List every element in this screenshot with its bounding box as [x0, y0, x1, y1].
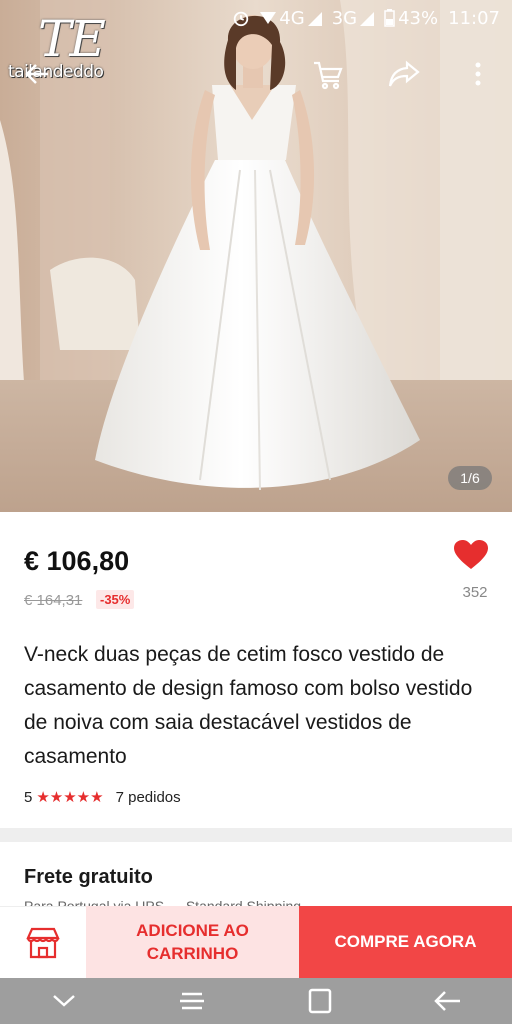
- product-title: V-neck duas peças de cetim fosco vestido…: [24, 643, 473, 768]
- product-info: € 106,80 € 164,31 -35% 352 V-neck duas p…: [0, 512, 512, 828]
- system-nav-bar: [0, 978, 512, 1024]
- alarm-icon: [232, 9, 250, 27]
- signal-3g: 3G: [332, 8, 375, 29]
- wishlist-heart-icon[interactable]: [454, 540, 496, 578]
- shipping-title: Frete gratuito: [24, 866, 153, 888]
- nav-back-icon[interactable]: [418, 978, 478, 1024]
- nav-recents-icon[interactable]: [162, 978, 222, 1024]
- share-icon[interactable]: [384, 54, 424, 94]
- buy-now-button[interactable]: COMPRE AGORA: [299, 906, 512, 978]
- current-price: € 106,80: [24, 546, 130, 576]
- battery-indicator: 43%: [384, 8, 438, 29]
- wishlist-count: 352: [462, 584, 488, 601]
- discount-badge: -35%: [96, 590, 135, 609]
- signal-4g: 4G: [260, 8, 322, 29]
- more-vertical-icon[interactable]: [458, 54, 498, 94]
- nav-home-icon[interactable]: [290, 978, 350, 1024]
- rating-stars: ★★★★★: [36, 789, 104, 806]
- rating-value: 5: [24, 788, 33, 806]
- bottom-action-bar: ADICIONE AO CARRINHO COMPRE AGORA: [0, 906, 512, 978]
- orders-count: 7 pedidos: [115, 788, 181, 806]
- clock: 11:07: [448, 7, 500, 29]
- back-arrow-icon[interactable]: [18, 54, 58, 94]
- product-image[interactable]: 4G 3G 43% 11:07 TE tailandeddo 1/6: [0, 0, 512, 512]
- store-button[interactable]: [0, 906, 86, 978]
- rating-row[interactable]: 5 ★★★★★ 7 pedidos: [24, 788, 181, 807]
- original-price: € 164,31: [24, 592, 83, 609]
- section-divider: [0, 828, 512, 842]
- image-counter: 1/6: [448, 466, 492, 490]
- top-bar: TE tailandeddo: [0, 10, 512, 104]
- shipping-section[interactable]: Frete gratuito Para Portugal via UPS — S…: [0, 842, 512, 914]
- store-icon: [26, 927, 60, 958]
- nav-down-icon[interactable]: [34, 978, 94, 1024]
- add-to-cart-button[interactable]: ADICIONE AO CARRINHO: [86, 906, 299, 978]
- cart-icon[interactable]: [308, 54, 348, 94]
